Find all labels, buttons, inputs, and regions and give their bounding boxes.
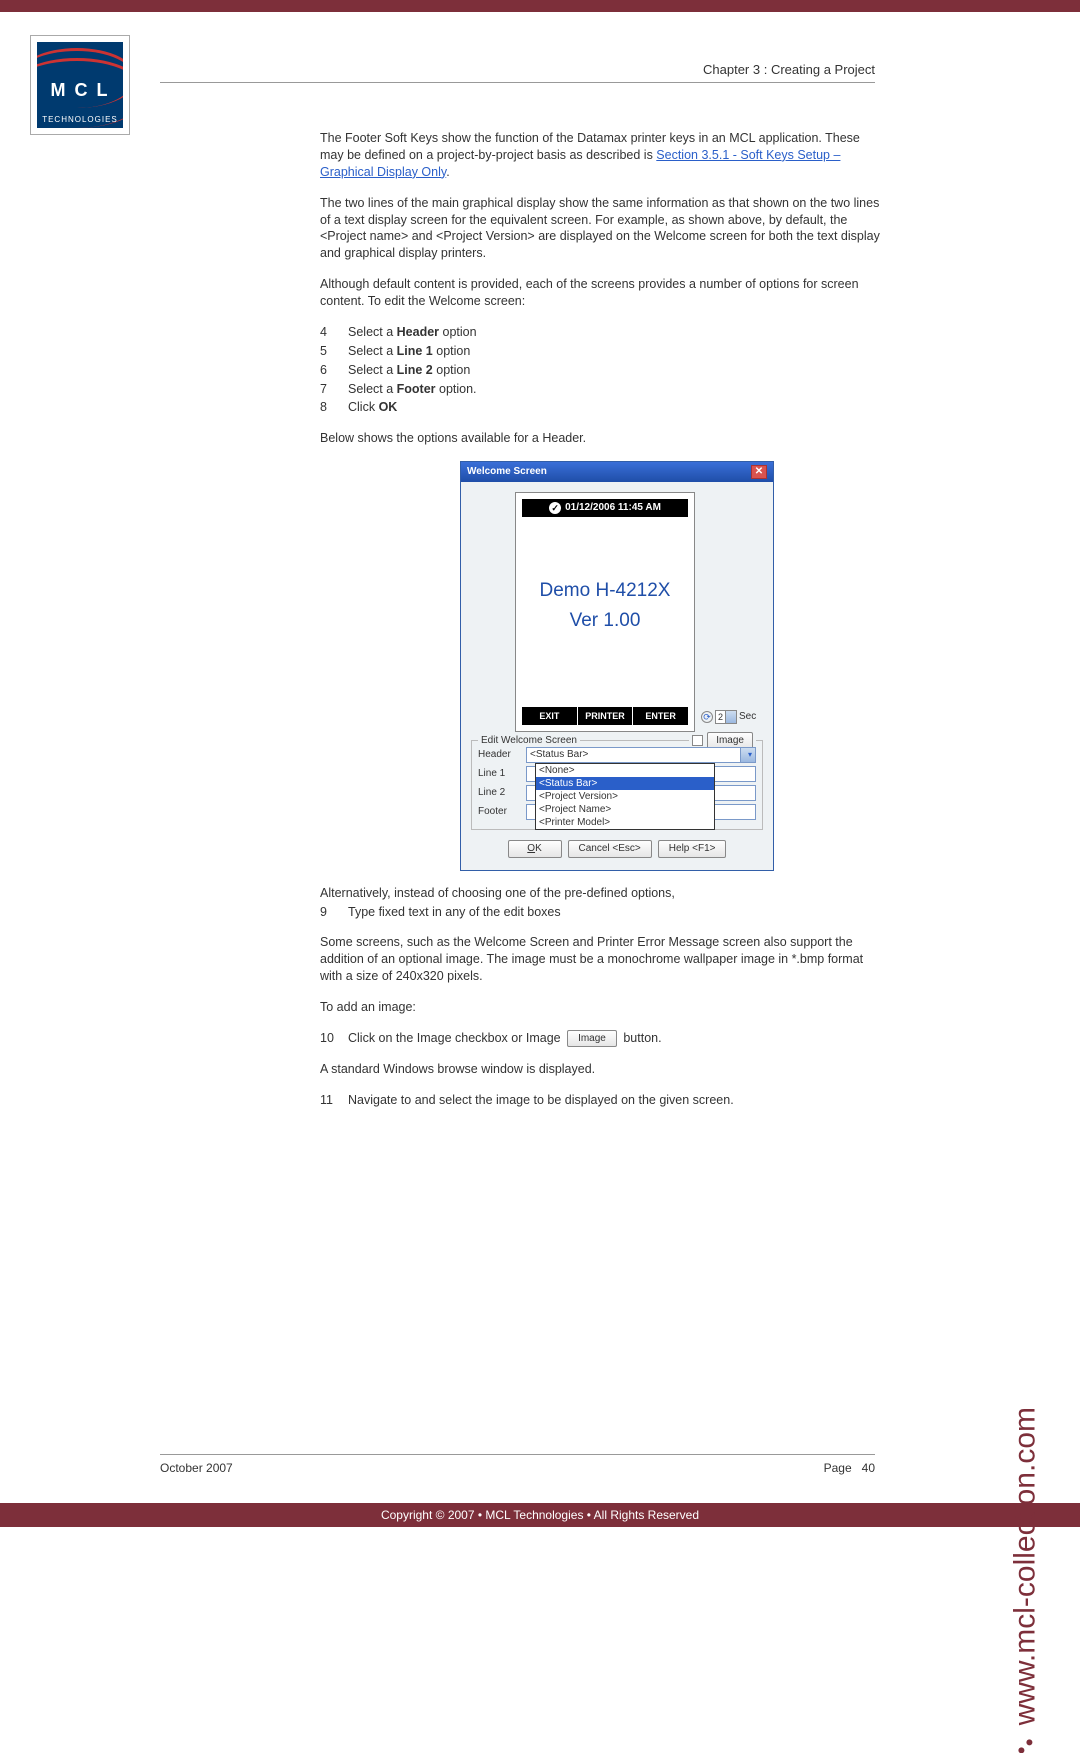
- step-7: 7 Select a Footer option.: [320, 381, 880, 398]
- paragraph-7: To add an image:: [320, 999, 880, 1016]
- step-9-wrap: 9 Type fixed text in any of the edit box…: [320, 904, 880, 921]
- seconds-control: ⟳ 2 Sec: [701, 710, 756, 732]
- footer-date: October 2007: [160, 1461, 233, 1475]
- header-rule: [160, 82, 875, 83]
- seconds-spinner[interactable]: 2: [715, 710, 737, 724]
- dot-icon: [1018, 1739, 1032, 1753]
- paragraph-4: Below shows the options available for a …: [320, 430, 880, 447]
- image-checkbox[interactable]: [692, 735, 703, 746]
- preview-center-text: Demo H-4212X Ver 1.00: [516, 578, 694, 633]
- dd-none[interactable]: <None>: [536, 764, 714, 777]
- dd-statusbar[interactable]: <Status Bar>: [536, 777, 714, 790]
- paragraph-5: Alternatively, instead of choosing one o…: [320, 885, 880, 902]
- fieldset-legend: Edit Welcome Screen: [478, 734, 580, 748]
- copyright-bar: Copyright © 2007 • MCL Technologies • Al…: [0, 1503, 1080, 1527]
- dialog-button-row: OK Cancel <Esc> Help <F1>: [467, 834, 767, 864]
- side-url: www.mcl-collection.com: [1008, 1407, 1042, 1753]
- footer-rule: [160, 1454, 875, 1455]
- logo-text-mcl: M C L: [37, 80, 123, 101]
- close-icon[interactable]: ✕: [751, 465, 767, 479]
- dd-projname[interactable]: <Project Name>: [536, 803, 714, 816]
- paragraph-1: The Footer Soft Keys show the function o…: [320, 130, 880, 181]
- ok-button[interactable]: OK: [508, 840, 562, 858]
- step-6: 6 Select a Line 2 option: [320, 362, 880, 379]
- preview-status-bar: ✓ 01/12/2006 11:45 AM: [522, 499, 688, 517]
- step-5: 5 Select a Line 1 option: [320, 343, 880, 360]
- softkey-exit: EXIT: [522, 707, 578, 725]
- paragraph-8: A standard Windows browse window is disp…: [320, 1061, 880, 1078]
- footer-line: October 2007 Page 40: [160, 1461, 875, 1475]
- step-9: 9 Type fixed text in any of the edit box…: [320, 904, 880, 921]
- step-11-wrap: 11 Navigate to and select the image to b…: [320, 1092, 880, 1109]
- help-button[interactable]: Help <F1>: [658, 840, 727, 858]
- row-header: Header <Status Bar>: [478, 747, 756, 763]
- paragraph-6: Some screens, such as the Welcome Screen…: [320, 934, 880, 985]
- softkey-printer: PRINTER: [578, 707, 634, 725]
- paragraph-3: Although default content is provided, ea…: [320, 276, 880, 310]
- inline-image-button[interactable]: Image: [567, 1030, 617, 1048]
- chapter-header: Chapter 3 : Creating a Project: [703, 62, 875, 77]
- mcl-logo: M C L TECHNOLOGIES: [30, 35, 130, 135]
- seconds-label: Sec: [739, 710, 756, 724]
- preview-softkeys: EXIT PRINTER ENTER: [522, 707, 688, 725]
- dd-projversion[interactable]: <Project Version>: [536, 790, 714, 803]
- footer-page: Page 40: [824, 1461, 875, 1475]
- logo-text-sub: TECHNOLOGIES: [37, 115, 123, 124]
- screen-preview: ✓ 01/12/2006 11:45 AM Demo H-4212X Ver 1…: [515, 492, 695, 732]
- header-dropdown-list[interactable]: <None> <Status Bar> <Project Version> <P…: [535, 763, 715, 830]
- dialog-titlebar: Welcome Screen ✕: [461, 462, 773, 482]
- cancel-button[interactable]: Cancel <Esc>: [568, 840, 652, 858]
- timer-icon: ⟳: [701, 711, 713, 723]
- top-border-stripe: [0, 0, 1080, 12]
- dialog-title-text: Welcome Screen: [467, 465, 547, 479]
- main-content: The Footer Soft Keys show the function o…: [320, 130, 880, 1123]
- header-dropdown[interactable]: <Status Bar>: [526, 747, 756, 763]
- dd-printermodel[interactable]: <Printer Model>: [536, 816, 714, 829]
- step-8: 8 Click OK: [320, 399, 880, 416]
- paragraph-2: The two lines of the main graphical disp…: [320, 195, 880, 263]
- step-11: 11 Navigate to and select the image to b…: [320, 1092, 880, 1109]
- step-10: 10 Click on the Image checkbox or Image …: [320, 1030, 880, 1048]
- welcome-screen-dialog-figure: Welcome Screen ✕ ✓ 01/12/2006 11:45 AM D…: [460, 461, 774, 871]
- check-icon: ✓: [549, 502, 561, 514]
- steps-list-a: 4 Select a Header option 5 Select a Line…: [320, 324, 880, 416]
- softkey-enter: ENTER: [633, 707, 688, 725]
- step-4: 4 Select a Header option: [320, 324, 880, 341]
- edit-welcome-fieldset: Edit Welcome Screen Image Header <Status…: [471, 740, 763, 830]
- welcome-dialog: Welcome Screen ✕ ✓ 01/12/2006 11:45 AM D…: [460, 461, 774, 871]
- step-10-wrap: 10 Click on the Image checkbox or Image …: [320, 1030, 880, 1048]
